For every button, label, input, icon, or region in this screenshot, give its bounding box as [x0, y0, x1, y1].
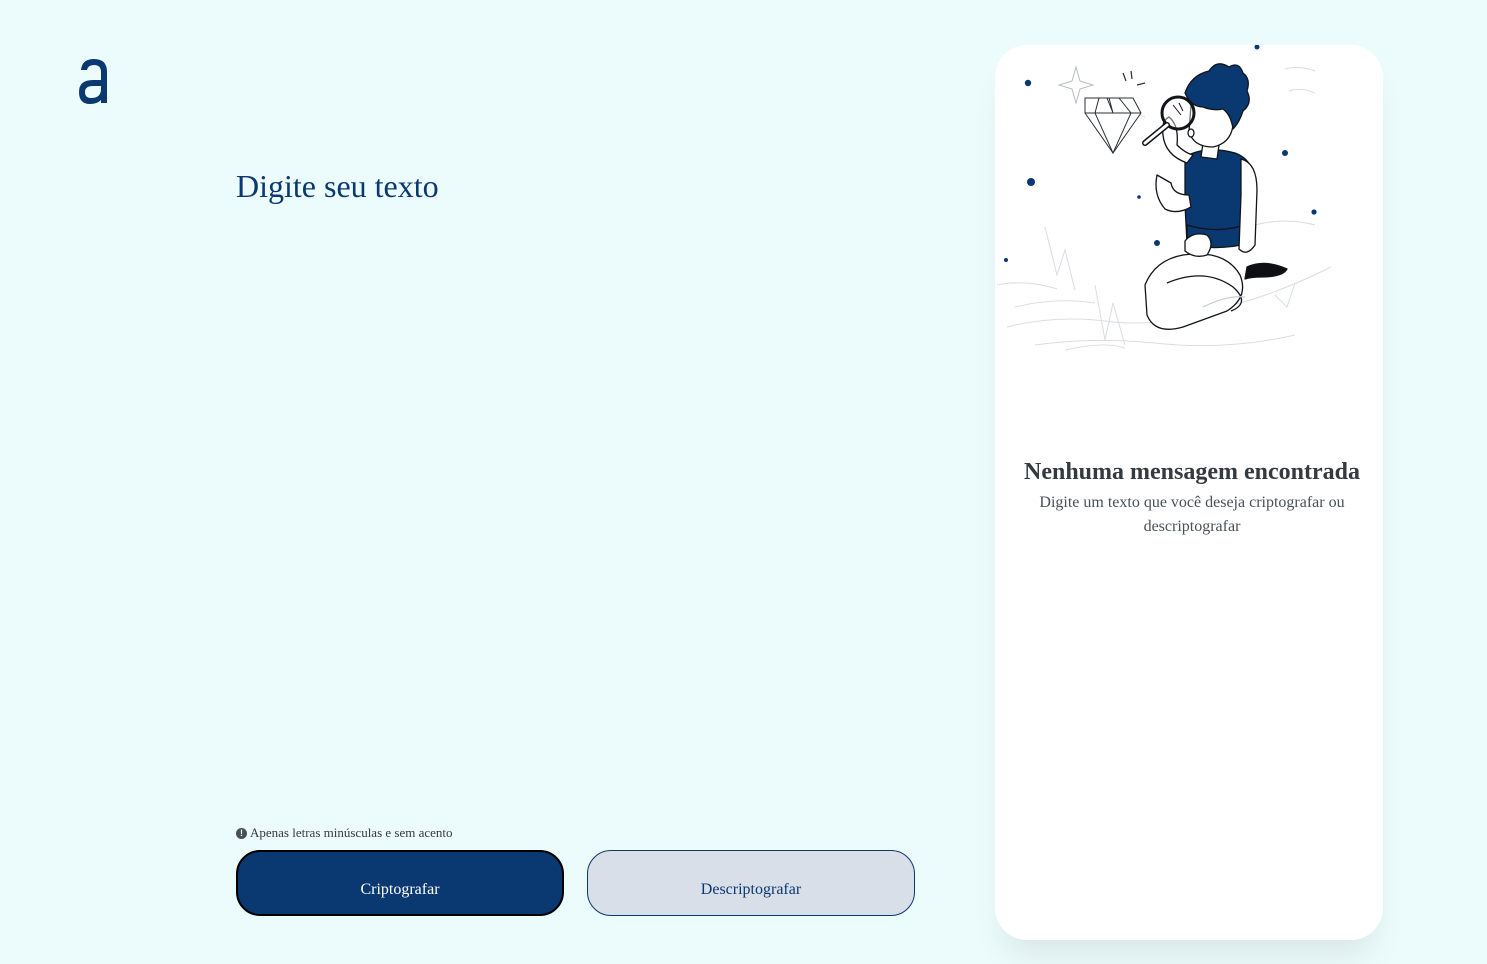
text-input[interactable]	[236, 168, 916, 788]
app-page: ! Apenas letras minúsculas e sem acento …	[0, 0, 1487, 964]
input-hint: ! Apenas letras minúsculas e sem acento	[236, 825, 453, 841]
person-magnifying-glass-illustration	[996, 45, 1332, 351]
encrypt-button[interactable]: Criptografar	[236, 850, 564, 916]
encryptor-main: ! Apenas letras minúsculas e sem acento …	[236, 168, 916, 928]
empty-state-description: Digite um texto que você deseja criptogr…	[1039, 494, 1345, 535]
decrypt-button[interactable]: Descriptografar	[587, 850, 915, 916]
hint-text: Apenas letras minúsculas e sem acento	[250, 825, 453, 840]
info-circle-icon: !	[236, 827, 247, 839]
empty-state-title: Nenhuma mensagem encontrada	[1024, 459, 1360, 485]
alura-logo-icon	[79, 59, 107, 104]
output-panel: Nenhuma mensagem encontrada Digite um te…	[995, 45, 1383, 940]
